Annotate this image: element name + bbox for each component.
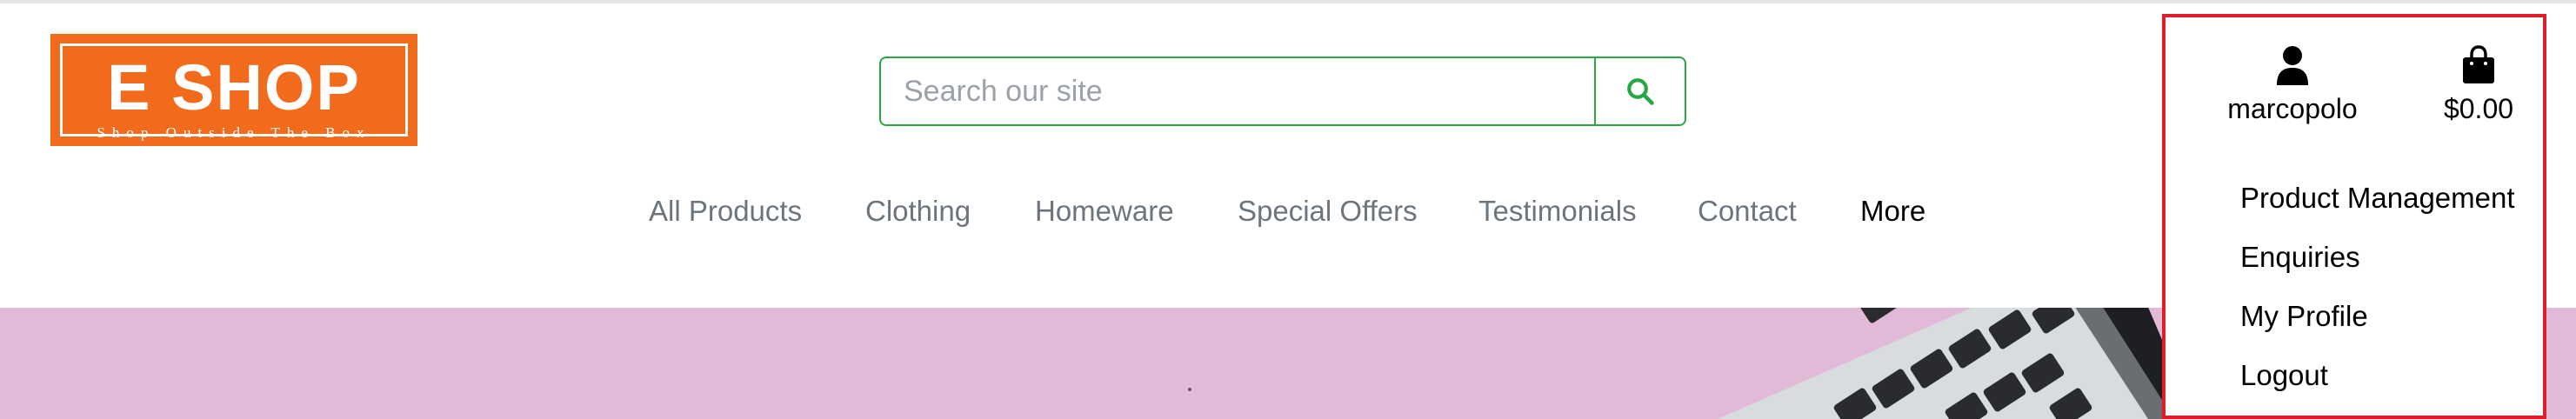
nav-clothing[interactable]: Clothing — [865, 195, 971, 228]
nav-testimonials[interactable]: Testimonials — [1478, 195, 1637, 228]
user-icon — [2277, 46, 2308, 85]
nav-all-products[interactable]: All Products — [649, 195, 802, 228]
nav-more[interactable]: More — [1860, 195, 1925, 228]
search-button[interactable] — [1594, 58, 1685, 124]
shopping-bag-link[interactable]: $0.00 — [2435, 45, 2522, 125]
search-input[interactable] — [881, 58, 1594, 124]
logo-frame: E SHOP Shop Outside The Box — [60, 43, 408, 141]
account-username: marcopolo — [2227, 93, 2358, 124]
menu-logout[interactable]: Logout — [2240, 359, 2328, 392]
nav-special-offers[interactable]: Special Offers — [1238, 195, 1418, 228]
account-link[interactable]: marcopolo — [2215, 45, 2370, 125]
top-border — [0, 0, 2576, 3]
nav-homeware[interactable]: Homeware — [1035, 195, 1174, 228]
search-icon — [1627, 78, 1654, 105]
search-form — [879, 57, 1686, 126]
shopping-bag-icon — [2463, 45, 2494, 83]
logo-tagline: Shop Outside The Box — [97, 124, 371, 141]
menu-enquiries[interactable]: Enquiries — [2240, 241, 2360, 274]
logo-title: E SHOP — [107, 51, 361, 123]
nav-contact[interactable]: Contact — [1698, 195, 1797, 228]
bag-total: $0.00 — [2443, 93, 2514, 124]
menu-my-profile[interactable]: My Profile — [2240, 300, 2368, 333]
menu-product-management[interactable]: Product Management — [2240, 182, 2515, 215]
site-logo[interactable]: E SHOP Shop Outside The Box — [50, 34, 417, 146]
